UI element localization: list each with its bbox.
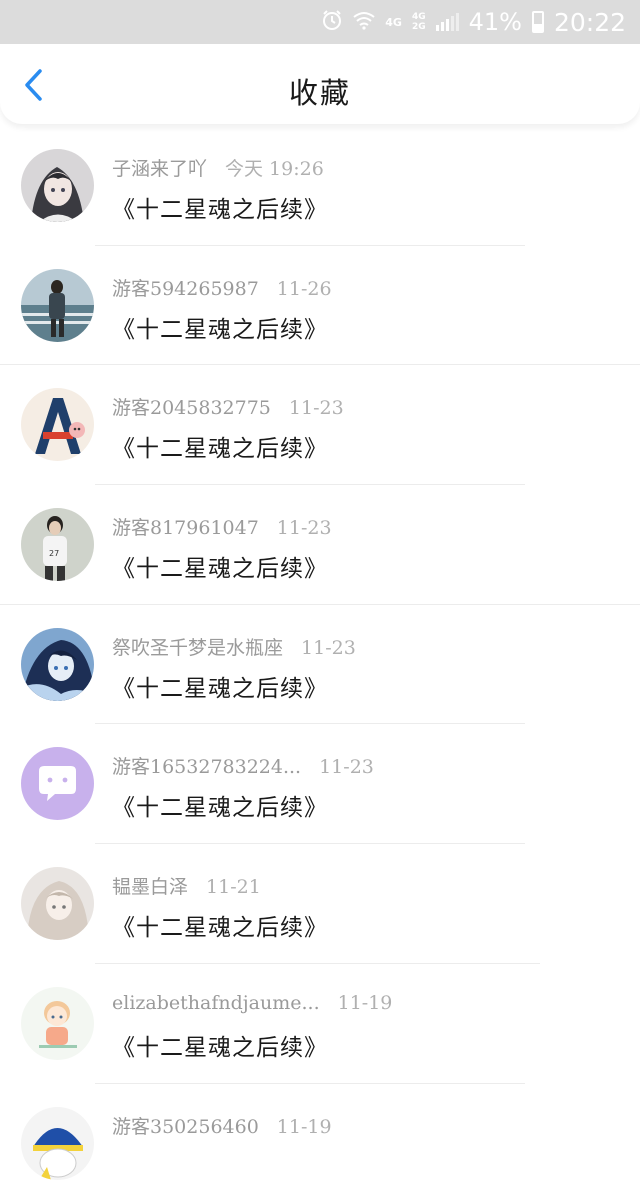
- timestamp: 11-19: [277, 1116, 332, 1138]
- avatar[interactable]: [21, 388, 94, 461]
- list-item[interactable]: 游客594265987 11-26 《十二星魂之后续》: [0, 246, 640, 366]
- signal-strength-icon: [436, 13, 459, 31]
- battery-icon: [532, 11, 544, 33]
- svg-text:27: 27: [49, 549, 59, 558]
- book-title[interactable]: 《十二星魂之后续》: [112, 190, 328, 224]
- username[interactable]: 游客2045832775: [112, 397, 271, 419]
- timestamp: 11-19: [338, 992, 393, 1014]
- avatar[interactable]: [21, 269, 94, 342]
- navigation-bar: 收藏: [0, 44, 640, 124]
- username[interactable]: 游客16532783224...: [112, 756, 301, 778]
- book-title[interactable]: 《十二星魂之后续》: [112, 549, 328, 583]
- battery-percent: 41%: [469, 8, 522, 36]
- page-title: 收藏: [0, 70, 640, 112]
- timestamp: 11-23: [277, 517, 332, 539]
- wifi-icon: [353, 10, 375, 35]
- network-type-dual-label: 4G 2G: [412, 12, 426, 32]
- list-item[interactable]: 子涵来了吖今天 19:26 《十二星魂之后续》: [0, 126, 640, 246]
- book-title[interactable]: 《十二星魂之后续》: [112, 429, 328, 463]
- avatar[interactable]: [21, 987, 94, 1060]
- book-title[interactable]: 《十二星魂之后续》: [112, 669, 328, 703]
- username[interactable]: elizabethafndjaume...: [112, 992, 320, 1014]
- avatar[interactable]: [21, 747, 94, 820]
- username[interactable]: 游客350256460: [112, 1116, 259, 1138]
- list-item[interactable]: elizabethafndjaume... 11-19 《十二星魂之后续》: [0, 964, 640, 1084]
- username[interactable]: 游客594265987: [112, 278, 259, 300]
- timestamp: 11-23: [301, 637, 356, 659]
- status-bar: 4G 4G 2G 41% 20:22: [0, 0, 640, 44]
- username[interactable]: 游客817961047: [112, 517, 259, 539]
- timestamp: 11-23: [319, 756, 374, 778]
- list-item[interactable]: 游客2045832775 11-23 《十二星魂之后续》: [0, 365, 640, 485]
- list-item[interactable]: 27 游客817961047 11-23 《十二星魂之后续》: [0, 485, 640, 605]
- list-item[interactable]: 祭吹圣千梦是水瓶座 11-23 《十二星魂之后续》: [0, 605, 640, 725]
- status-time: 20:22: [554, 8, 626, 37]
- list-item[interactable]: 韫墨白泽 11-21 《十二星魂之后续》: [0, 844, 640, 964]
- timestamp: 11-21: [206, 876, 261, 898]
- favorites-list: 子涵来了吖今天 19:26 《十二星魂之后续》 游客594265987 11-26…: [0, 126, 640, 1203]
- timestamp: 11-23: [289, 397, 344, 419]
- timestamp: 11-26: [277, 278, 332, 300]
- avatar[interactable]: [21, 867, 94, 940]
- username[interactable]: 祭吹圣千梦是水瓶座: [112, 637, 283, 659]
- book-title[interactable]: 《十二星魂之后续》: [112, 788, 328, 822]
- book-title[interactable]: 《十二星魂之后续》: [112, 310, 328, 344]
- list-item[interactable]: 游客16532783224... 11-23 《十二星魂之后续》: [0, 724, 640, 844]
- network-type-label: 4G: [385, 17, 402, 28]
- alarm-icon: [321, 9, 343, 36]
- avatar[interactable]: [21, 1107, 94, 1180]
- list-item[interactable]: 游客350256460 11-19: [0, 1084, 640, 1203]
- timestamp: 今天 19:26: [225, 158, 324, 180]
- avatar[interactable]: 27: [21, 508, 94, 581]
- book-title[interactable]: 《十二星魂之后续》: [112, 908, 328, 942]
- avatar[interactable]: [21, 149, 94, 222]
- username[interactable]: 子涵来了吖: [112, 158, 207, 180]
- book-title[interactable]: 《十二星魂之后续》: [112, 1028, 328, 1062]
- avatar[interactable]: [21, 628, 94, 701]
- username[interactable]: 韫墨白泽: [112, 876, 188, 898]
